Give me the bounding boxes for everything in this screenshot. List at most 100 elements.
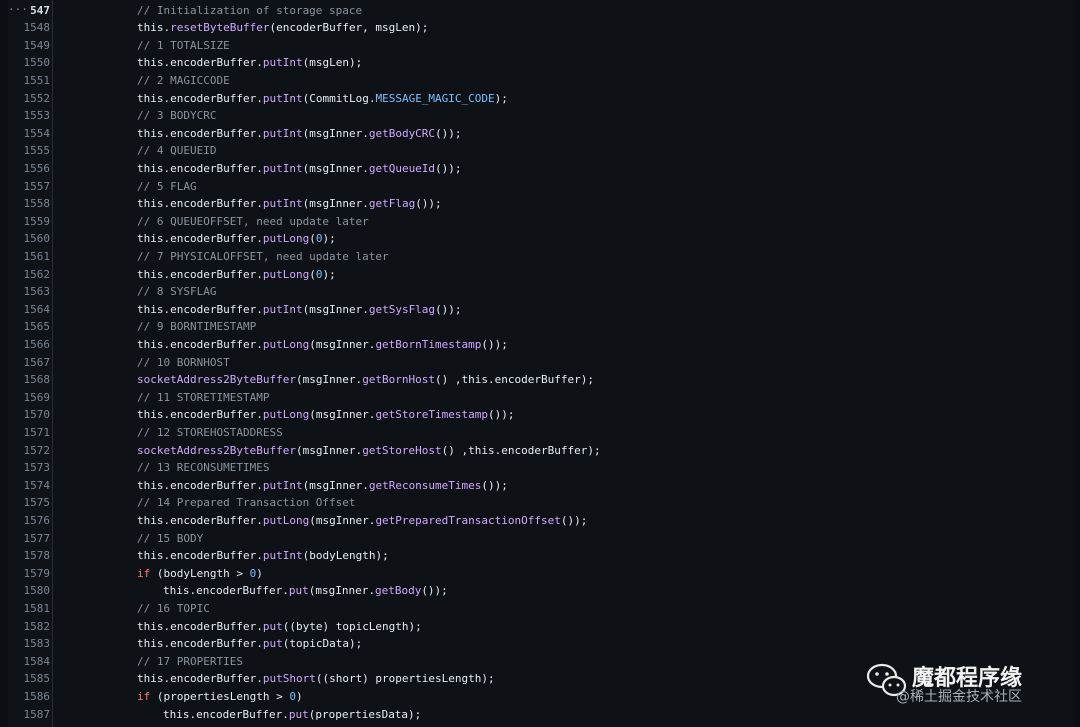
line-number[interactable]: 1550 xyxy=(8,54,51,72)
code-token: getBornHost xyxy=(362,373,436,387)
line-number[interactable]: 1582 xyxy=(8,618,51,636)
line-number[interactable]: 1555 xyxy=(8,142,51,160)
line-number[interactable]: 1562 xyxy=(8,266,51,284)
line-number[interactable]: 1574 xyxy=(8,477,51,495)
line-number[interactable]: 1566 xyxy=(8,336,51,354)
line-number[interactable]: 1548 xyxy=(8,19,51,37)
code-line[interactable]: // 1 TOTALSIZE xyxy=(137,37,230,55)
code-line[interactable]: socketAddress2ByteBuffer(msgInner.getSto… xyxy=(137,442,601,460)
code-line[interactable]: this.encoderBuffer.putInt(bodyLength); xyxy=(137,547,389,565)
line-number[interactable]: 1560 xyxy=(8,230,51,248)
code-token: (topicData); xyxy=(282,637,363,651)
code-token: // 4 QUEUEID xyxy=(137,144,217,158)
line-number[interactable]: 1581 xyxy=(8,600,51,618)
code-line[interactable]: this.encoderBuffer.putInt(msgLen); xyxy=(137,54,362,72)
code-token: ) xyxy=(295,689,303,703)
line-number[interactable]: 1553 xyxy=(8,107,51,125)
code-token: (bodyLength > xyxy=(150,566,250,580)
line-number[interactable]: 1549 xyxy=(8,37,51,55)
line-number[interactable]: 1567 xyxy=(8,354,51,372)
line-number[interactable]: 1556 xyxy=(8,160,51,178)
code-area[interactable]: // Initialization of storage space this.r… xyxy=(52,0,1052,727)
line-number[interactable]: 1575 xyxy=(8,494,51,512)
code-token: this.encoderBuffer. xyxy=(137,513,263,527)
line-number[interactable]: 1578 xyxy=(8,547,51,565)
line-number[interactable]: 1580 xyxy=(8,582,51,600)
line-number[interactable]: 1563 xyxy=(8,283,51,301)
line-number[interactable]: 1559 xyxy=(8,213,51,231)
code-line[interactable]: this.encoderBuffer.put((byte) topicLengt… xyxy=(137,618,422,636)
line-number[interactable]: 1564 xyxy=(8,301,51,319)
code-line[interactable]: this.encoderBuffer.putInt(msgInner.getQu… xyxy=(137,160,462,178)
code-line[interactable]: this.encoderBuffer.putInt(msgInner.getFl… xyxy=(137,195,442,213)
code-line[interactable]: // 3 BODYCRC xyxy=(137,107,216,125)
code-line[interactable]: this.encoderBuffer.putShort((short) prop… xyxy=(137,670,495,688)
code-line[interactable]: // 6 QUEUEOFFSET, need update later xyxy=(137,213,369,231)
code-token: () ,this.encoderBuffer); xyxy=(435,373,594,387)
code-line[interactable]: this.encoderBuffer.putInt(msgInner.getRe… xyxy=(137,477,508,495)
code-token: getSysFlag xyxy=(368,302,436,316)
code-line[interactable]: // 16 TOPIC xyxy=(137,600,210,618)
line-number[interactable]: 1552 xyxy=(8,90,51,108)
code-line[interactable]: this.encoderBuffer.putLong(msgInner.getB… xyxy=(137,336,508,354)
code-line[interactable]: // 7 PHYSICALOFFSET, need update later xyxy=(137,248,389,266)
code-token: // 9 BORNTIMESTAMP xyxy=(137,320,257,334)
code-line[interactable]: this.encoderBuffer.put(msgInner.getBody(… xyxy=(163,582,448,600)
line-number[interactable]: 1587 xyxy=(8,706,51,724)
line-number[interactable]: 1565 xyxy=(8,318,51,336)
code-line[interactable]: // 14 Prepared Transaction Offset xyxy=(137,494,356,512)
code-line[interactable]: // 13 RECONSUMETIMES xyxy=(137,459,269,477)
line-number[interactable]: 1585 xyxy=(8,670,51,688)
code-line[interactable]: // 9 BORNTIMESTAMP xyxy=(137,318,256,336)
line-number[interactable]: 1568 xyxy=(8,371,51,389)
line-number[interactable]: 1579 xyxy=(8,565,51,583)
code-line[interactable]: if (bodyLength > 0) xyxy=(137,565,263,583)
code-line[interactable]: // 15 BODY xyxy=(137,530,203,548)
line-number[interactable]: 1573 xyxy=(8,459,51,477)
line-number[interactable]: 1557 xyxy=(8,178,51,196)
code-line[interactable]: this.encoderBuffer.putLong(msgInner.getS… xyxy=(137,406,515,424)
code-line[interactable]: this.encoderBuffer.putInt(msgInner.getBo… xyxy=(137,125,462,143)
code-line[interactable]: // 5 FLAG xyxy=(137,178,197,196)
code-token: (CommitLog. xyxy=(302,91,376,105)
code-line[interactable]: // Initialization of storage space xyxy=(137,2,362,20)
code-line[interactable]: // 11 STORETIMESTAMP xyxy=(137,389,269,407)
scrollbar[interactable] xyxy=(1074,0,1080,727)
code-token: // 6 QUEUEOFFSET, need update later xyxy=(137,214,369,228)
line-number[interactable]: 1561 xyxy=(8,248,51,266)
line-number[interactable]: 1576 xyxy=(8,512,51,530)
line-number[interactable]: 1554 xyxy=(8,125,51,143)
code-line[interactable]: // 10 BORNHOST xyxy=(137,354,230,372)
code-line[interactable]: // 12 STOREHOSTADDRESS xyxy=(137,424,283,442)
line-number[interactable]: 1569 xyxy=(8,389,51,407)
code-token: (encoderBuffer, msgLen); xyxy=(269,21,429,35)
code-line[interactable]: this.encoderBuffer.putLong(msgInner.getP… xyxy=(137,512,587,530)
code-line[interactable]: // 8 SYSFLAG xyxy=(137,283,216,301)
code-line[interactable]: this.resetByteBuffer(encoderBuffer, msgL… xyxy=(137,19,428,37)
code-token: this.encoderBuffer. xyxy=(137,672,263,686)
line-number[interactable]: 1584 xyxy=(8,653,51,671)
line-number[interactable]: 1570 xyxy=(8,406,51,424)
line-number[interactable]: 547 xyxy=(8,2,50,20)
code-line[interactable]: this.encoderBuffer.putInt(msgInner.getSy… xyxy=(137,301,462,319)
code-line[interactable]: socketAddress2ByteBuffer(msgInner.getBor… xyxy=(137,371,594,389)
line-number[interactable]: 1586 xyxy=(8,688,51,706)
code-line[interactable]: this.encoderBuffer.put(propertiesData); xyxy=(163,706,421,724)
code-line[interactable]: this.encoderBuffer.putInt(CommitLog.MESS… xyxy=(137,90,508,108)
code-line[interactable]: this.encoderBuffer.putLong(0); xyxy=(137,230,336,248)
code-line[interactable]: // 17 PROPERTIES xyxy=(137,653,243,671)
code-line[interactable]: // 2 MAGICCODE xyxy=(137,72,230,90)
code-token: // 7 PHYSICALOFFSET, need update later xyxy=(137,249,389,263)
code-line[interactable]: this.encoderBuffer.putLong(0); xyxy=(137,266,336,284)
line-number[interactable]: 1583 xyxy=(8,635,51,653)
code-token: getFlag xyxy=(368,197,416,211)
code-line[interactable]: this.encoderBuffer.put(topicData); xyxy=(137,635,362,653)
code-token: getReconsumeTimes xyxy=(368,478,482,492)
code-line[interactable]: if (propertiesLength > 0) xyxy=(137,688,303,706)
line-number[interactable]: 1572 xyxy=(8,442,51,460)
line-number[interactable]: 1571 xyxy=(8,424,51,442)
code-line[interactable]: // 4 QUEUEID xyxy=(137,142,216,160)
line-number[interactable]: 1558 xyxy=(8,195,51,213)
line-number[interactable]: 1551 xyxy=(8,72,51,90)
line-number[interactable]: 1577 xyxy=(8,530,51,548)
